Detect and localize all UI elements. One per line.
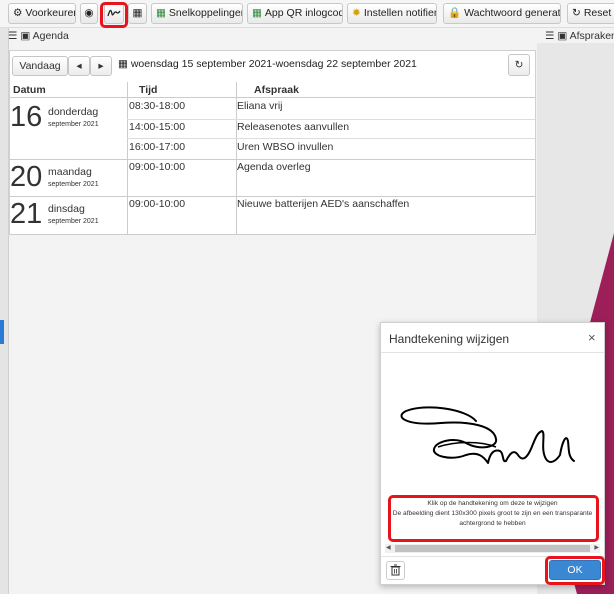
next-week-button[interactable]: ▸: [90, 56, 112, 76]
appointment-time: 14:00-15:00: [129, 121, 186, 133]
qr-icon: ▦: [252, 7, 262, 19]
signature-highlight: [100, 2, 128, 28]
menu-icon: ☰: [545, 30, 555, 42]
day-name: donderdag: [48, 106, 99, 118]
table-icon: ▦: [156, 7, 166, 19]
column-datum: Datum: [13, 84, 46, 96]
agenda-panel-title: ☰ ▣ Agenda: [8, 30, 69, 42]
ok-highlight: [545, 556, 605, 585]
today-button[interactable]: Vandaag: [12, 56, 68, 76]
notifier-button[interactable]: ✹ Instellen notifier: [347, 3, 437, 24]
close-icon[interactable]: ×: [588, 330, 596, 345]
column-divider: [127, 82, 128, 234]
menu-icon: ☰: [8, 30, 18, 42]
appointment-time: 09:00-10:00: [129, 198, 186, 210]
delete-signature-button[interactable]: [386, 561, 405, 580]
column-afspraak: Afspraak: [254, 84, 299, 96]
lock-icon: 🔒: [448, 7, 462, 19]
app-qr-label: App QR inlogcode: [264, 7, 343, 19]
reset-label: Reset l: [583, 7, 614, 19]
notifier-label: Instellen notifier: [363, 7, 437, 19]
refresh-icon: ↻: [572, 7, 581, 19]
appointment-title[interactable]: Uren WBSO invullen: [237, 141, 333, 153]
user-circle-icon: ◉: [84, 7, 94, 19]
info-highlight: [388, 495, 599, 542]
agenda-table-header: Datum Tijd Afspraak: [10, 82, 535, 98]
dialog-header: Handtekening wijzigen ×: [381, 323, 604, 353]
trash-icon: [390, 564, 401, 576]
profile-button[interactable]: ◉: [80, 3, 98, 24]
day-month: september 2021: [48, 181, 99, 188]
calendar-icon: ▦: [118, 58, 128, 70]
appointment-title[interactable]: Eliana vrij: [237, 100, 283, 112]
appointment-title[interactable]: Releasenotes aanvullen: [237, 121, 349, 133]
row-divider: [10, 159, 535, 160]
voorkeuren-label: Voorkeuren: [25, 7, 76, 19]
sidebar-active-marker: [0, 320, 4, 344]
signature-dialog: Handtekening wijzigen × Klik op de handt…: [380, 322, 605, 585]
calendar-icon: ▣: [557, 30, 568, 42]
top-toolbar: ⚙ Voorkeuren ◉ ▦ ▦ Snelkoppelingen ▦ App QR…: [0, 0, 614, 28]
day-name: dinsdag: [48, 203, 85, 215]
day-month: september 2021: [48, 121, 99, 128]
signature-image[interactable]: [396, 381, 576, 476]
day-number: 16: [10, 101, 43, 133]
voorkeuren-button[interactable]: ⚙ Voorkeuren: [8, 3, 76, 24]
day-number: 21: [10, 198, 43, 230]
row-divider: [10, 234, 535, 235]
afspraken-panel-title: ☰ ▣ Afspraken: [545, 30, 614, 42]
agenda-navigation: Vandaag ◂ ▸ ▦ woensdag 15 september 2021…: [10, 54, 534, 78]
appointment-title[interactable]: Agenda overleg: [237, 161, 311, 173]
agenda-title-label: Agenda: [32, 30, 69, 42]
refresh-icon: ↻: [514, 59, 524, 71]
date-range: ▦ woensdag 15 september 2021-woensdag 22…: [118, 58, 417, 70]
appointment-title[interactable]: Nieuwe batterijen AED's aanschaffen: [237, 198, 409, 210]
gear-icon: ✹: [352, 7, 361, 19]
scroll-left-arrow-icon[interactable]: ◀: [386, 544, 391, 553]
scroll-right-arrow-icon[interactable]: ▶: [594, 544, 599, 553]
reset-button[interactable]: ↻ Reset l: [567, 3, 614, 24]
snelkoppelingen-button[interactable]: ▦ Snelkoppelingen: [151, 3, 243, 24]
scrollbar-thumb[interactable]: [395, 545, 590, 552]
wachtwoord-button[interactable]: 🔒 Wachtwoord generator: [443, 3, 561, 24]
afspraken-title-label: Afspraken: [569, 30, 614, 42]
left-sidebar-strip: [0, 28, 9, 594]
wachtwoord-label: Wachtwoord generator: [464, 7, 561, 19]
prev-week-button[interactable]: ◂: [68, 56, 90, 76]
calendar-icon: ▣: [20, 30, 31, 42]
row-sub-divider: [127, 138, 535, 139]
day-month: september 2021: [48, 218, 99, 225]
grid-icon: ▦: [132, 7, 143, 19]
horizontal-scrollbar[interactable]: ◀ ▶: [385, 544, 600, 553]
row-divider: [10, 196, 535, 197]
app-qr-button[interactable]: ▦ App QR inlogcode: [247, 3, 343, 24]
refresh-agenda-button[interactable]: ↻: [508, 54, 530, 76]
grid-button[interactable]: ▦: [128, 3, 147, 24]
sliders-icon: ⚙: [13, 7, 23, 19]
day-name: maandag: [48, 166, 92, 178]
date-range-label: woensdag 15 september 2021-woensdag 22 s…: [130, 58, 417, 70]
appointment-time: 16:00-17:00: [129, 141, 186, 153]
day-number: 20: [10, 161, 43, 193]
column-tijd: Tijd: [139, 84, 158, 96]
dialog-title: Handtekening wijzigen: [389, 332, 510, 346]
snelkoppelingen-label: Snelkoppelingen: [168, 7, 243, 19]
row-sub-divider: [127, 119, 535, 120]
appointment-time: 08:30-18:00: [129, 100, 186, 112]
appointment-time: 09:00-10:00: [129, 161, 186, 173]
